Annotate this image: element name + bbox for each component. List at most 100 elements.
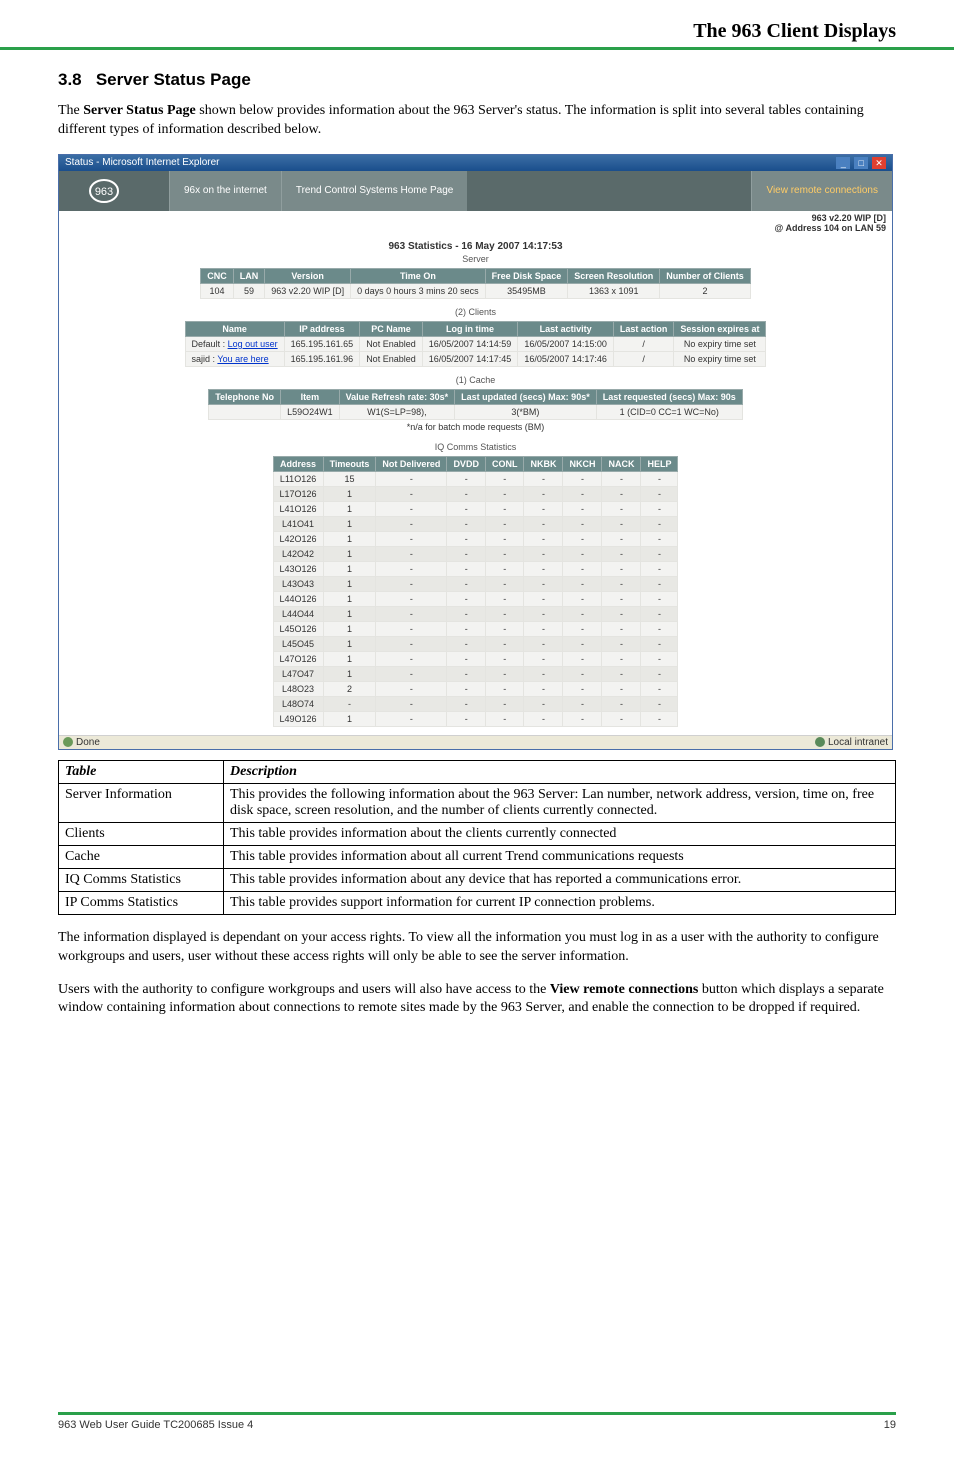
table-row: L44O441------- (273, 606, 678, 621)
table-row: L42O1261------- (273, 531, 678, 546)
main-content: 3.8 Server Status Page The Server Status… (0, 70, 954, 1072)
svg-text:963: 963 (95, 186, 113, 198)
server-td: 0 days 0 hours 3 mins 20 secs (351, 283, 486, 298)
iq-td: - (376, 681, 447, 696)
iq-td: - (447, 561, 486, 576)
ie-titlebar: Status - Microsoft Internet Explorer _ □… (59, 155, 892, 171)
iq-td: - (447, 516, 486, 531)
iq-table: AddressTimeoutsNot DeliveredDVDDCONLNKBK… (273, 456, 679, 727)
iq-td: - (563, 711, 602, 726)
link-remote[interactable]: View remote connections (751, 171, 892, 211)
iq-td: - (524, 606, 563, 621)
iq-td: - (485, 591, 524, 606)
description-table: Table Description Server InformationThis… (58, 760, 896, 915)
section-number: 3.8 (58, 70, 82, 89)
link-center[interactable]: Trend Control Systems Home Page (281, 171, 467, 211)
maximize-icon[interactable]: □ (854, 157, 868, 169)
iq-td: - (602, 636, 641, 651)
iq-td: - (376, 561, 447, 576)
minimize-icon[interactable]: _ (836, 157, 850, 169)
iq-td: - (376, 606, 447, 621)
iq-td: - (563, 636, 602, 651)
table-row: Default : Log out user165.195.161.65Not … (185, 336, 766, 351)
iq-td: 1 (323, 561, 376, 576)
table-row: L45O451------- (273, 636, 678, 651)
iq-td: - (376, 651, 447, 666)
iq-td: - (485, 681, 524, 696)
iq-td: - (485, 696, 524, 711)
iq-td: - (602, 561, 641, 576)
cache-label: (1) Cache (59, 375, 892, 385)
iq-td: - (447, 606, 486, 621)
iq-td: 1 (323, 516, 376, 531)
cache-td: W1(S=LP=98), (339, 404, 455, 419)
p2-bold: View remote connections (550, 982, 699, 997)
cache-th: Value Refresh rate: 30s* (339, 389, 455, 404)
clients-th: Last action (613, 321, 674, 336)
cache-td (209, 404, 281, 419)
iq-td: - (563, 681, 602, 696)
iq-td: - (641, 531, 678, 546)
iq-td: - (602, 486, 641, 501)
iq-td: - (447, 621, 486, 636)
iq-td: 1 (323, 636, 376, 651)
link-home[interactable]: 96x on the internet (169, 171, 281, 211)
iq-td: - (563, 591, 602, 606)
iq-td: - (641, 696, 678, 711)
iq-td: L41O126 (273, 501, 323, 516)
server-th: Time On (351, 268, 486, 283)
iq-td: - (602, 681, 641, 696)
iq-td: - (641, 486, 678, 501)
server-label: Server (59, 254, 892, 264)
iq-td: - (602, 501, 641, 516)
server-table: CNCLANVersionTime OnFree Disk SpaceScree… (200, 268, 751, 299)
iq-td: 1 (323, 576, 376, 591)
close-icon[interactable]: ✕ (872, 157, 886, 169)
desc-text: This table provides information about th… (224, 822, 896, 845)
table-row: L48O232------- (273, 681, 678, 696)
iq-td: - (447, 711, 486, 726)
clients-td: No expiry time set (674, 351, 766, 366)
iq-td: - (602, 651, 641, 666)
client-link[interactable]: You are here (217, 354, 268, 364)
desc-text: This table provides information about an… (224, 868, 896, 891)
iq-th: Address (273, 456, 323, 471)
iq-td: - (641, 516, 678, 531)
clients-td: 16/05/2007 14:17:45 (422, 351, 518, 366)
iq-td: - (376, 546, 447, 561)
iq-td: 1 (323, 486, 376, 501)
cache-td: L59O24W1 (281, 404, 340, 419)
status-left: Done (63, 737, 100, 748)
server-td: 35495MB (485, 283, 568, 298)
desc-name: Server Information (59, 783, 224, 822)
iq-td: L48O74 (273, 696, 323, 711)
iq-td: - (602, 546, 641, 561)
iq-th: HELP (641, 456, 678, 471)
iq-td: - (602, 606, 641, 621)
clients-th: Session expires at (674, 321, 766, 336)
clients-td: / (613, 351, 674, 366)
iq-td: 1 (323, 651, 376, 666)
cache-th: Item (281, 389, 340, 404)
iq-td: - (563, 621, 602, 636)
iq-td: - (524, 561, 563, 576)
iq-td: - (524, 486, 563, 501)
desc-text: This provides the following information … (224, 783, 896, 822)
iq-td: - (641, 621, 678, 636)
table-row: L41O1261------- (273, 501, 678, 516)
iq-td: - (485, 666, 524, 681)
iq-td: - (376, 591, 447, 606)
iq-td: - (376, 486, 447, 501)
client-link[interactable]: Log out user (228, 339, 278, 349)
desc-h1: Table (59, 760, 224, 783)
iq-td: - (447, 471, 486, 486)
iq-td: - (376, 636, 447, 651)
table-row: sajid : You are here165.195.161.96Not En… (185, 351, 766, 366)
iq-th: DVDD (447, 456, 486, 471)
desc-name: IQ Comms Statistics (59, 868, 224, 891)
iq-td: L44O44 (273, 606, 323, 621)
iq-td: - (485, 501, 524, 516)
iq-label: IQ Comms Statistics (59, 442, 892, 452)
ie-body: 963 96x on the internet Trend Control Sy… (59, 171, 892, 727)
iq-td: - (524, 681, 563, 696)
